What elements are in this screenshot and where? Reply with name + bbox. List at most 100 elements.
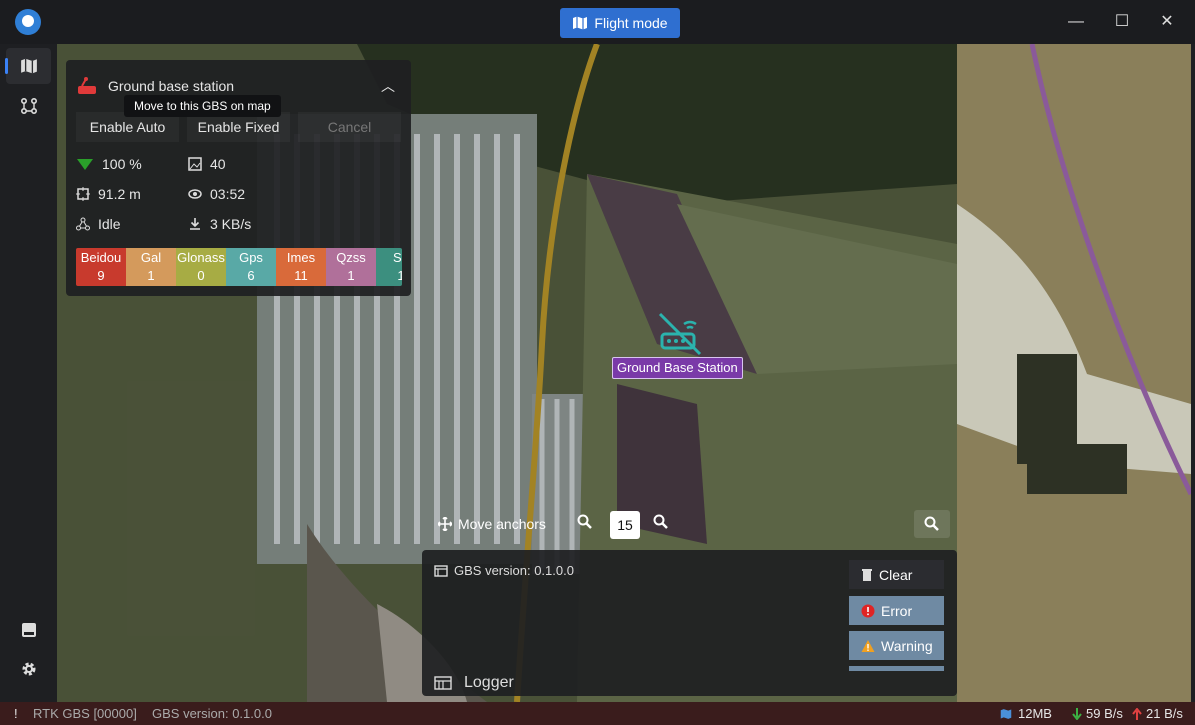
clear-log-button[interactable]: Clear bbox=[849, 560, 944, 589]
info-filter-button[interactable] bbox=[849, 666, 944, 671]
error-filter-button[interactable]: Error bbox=[849, 596, 944, 625]
download-value: 59 B/s bbox=[1086, 706, 1123, 721]
satellite-count: 9 bbox=[97, 268, 105, 283]
chevron-up-icon[interactable]: ︿ bbox=[381, 76, 395, 96]
map-icon bbox=[1000, 708, 1012, 719]
satellite-count: 1 bbox=[397, 268, 402, 283]
map-icon bbox=[20, 58, 37, 74]
speed-value: 3 KB/s bbox=[210, 216, 252, 232]
satellite-gps: Gps 6 bbox=[226, 248, 276, 286]
upload-value: 21 B/s bbox=[1146, 706, 1183, 721]
status-bar: ! RTK GBS [00000] GBS version: 0.1.0.0 1… bbox=[0, 702, 1195, 725]
base-station-marker-icon bbox=[658, 312, 702, 356]
warning-filter-button[interactable]: Warning bbox=[849, 631, 944, 660]
gbs-map-label[interactable]: Ground Base Station bbox=[612, 357, 743, 379]
move-anchors-label: Move anchors bbox=[458, 516, 546, 532]
satellite-sb: Sb 1 bbox=[376, 248, 402, 286]
logger-title: Logger bbox=[434, 674, 514, 692]
title-bar: Flight mode — ☐ ✕ bbox=[0, 0, 1195, 44]
map-icon bbox=[573, 16, 588, 30]
state-value: Idle bbox=[98, 216, 121, 232]
network-icon bbox=[76, 217, 90, 231]
route-icon bbox=[20, 97, 37, 115]
memory-value: 12MB bbox=[1018, 706, 1052, 721]
satellite-name: Gal bbox=[140, 250, 162, 265]
image-icon bbox=[188, 157, 202, 171]
distance-stat: 91.2 m bbox=[76, 186, 141, 202]
sidebar-item-map[interactable] bbox=[5, 48, 51, 84]
device-name: RTK GBS [00000] bbox=[33, 706, 137, 721]
storage-icon bbox=[21, 623, 36, 637]
gbs-tooltip: Move to this GBS on map bbox=[124, 95, 281, 117]
satellite-count: 0 bbox=[197, 268, 205, 283]
speed-stat: 3 KB/s bbox=[188, 216, 251, 232]
satellite-name: Gps bbox=[239, 250, 263, 265]
move-anchors-button[interactable]: Move anchors bbox=[438, 516, 546, 532]
app-logo-icon bbox=[15, 9, 41, 35]
maximize-button[interactable]: ☐ bbox=[1110, 10, 1134, 34]
sidebar bbox=[0, 44, 57, 702]
map-search-button[interactable] bbox=[914, 510, 950, 538]
time-stat: 03:52 bbox=[188, 186, 245, 202]
satellite-beidou: Beidou 9 bbox=[76, 248, 126, 286]
gear-icon bbox=[22, 662, 35, 676]
flight-mode-label: Flight mode bbox=[594, 15, 668, 31]
minimize-button[interactable]: — bbox=[1064, 10, 1088, 34]
satellite-name: Glonass bbox=[177, 250, 225, 265]
map-toolbar: Move anchors 15 bbox=[430, 510, 950, 540]
state-stat: Idle bbox=[76, 216, 121, 232]
sidebar-item-route[interactable] bbox=[6, 88, 51, 124]
satellite-glonass: Glonass 0 bbox=[176, 248, 226, 286]
satellite-count: 11 bbox=[294, 268, 308, 283]
zoom-level-display: 15 bbox=[610, 511, 640, 539]
satellite-count: 1 bbox=[147, 268, 155, 283]
zoom-out-button[interactable] bbox=[577, 514, 597, 534]
satellite-name: Imes bbox=[286, 250, 316, 265]
upload-rate: 21 B/s bbox=[1132, 706, 1183, 721]
warning-label: Warning bbox=[881, 637, 933, 654]
satellite-count: 1 bbox=[347, 268, 355, 283]
satellite-name: Qzss bbox=[336, 250, 366, 265]
trash-icon bbox=[862, 568, 872, 581]
gbs-panel-title: Ground base station bbox=[108, 78, 235, 94]
signal-stat: 100 % bbox=[76, 156, 142, 172]
zoom-out-icon bbox=[577, 514, 592, 529]
sidebar-item-settings[interactable] bbox=[6, 651, 51, 687]
download-rate: 59 B/s bbox=[1072, 706, 1123, 721]
flight-mode-button[interactable]: Flight mode bbox=[560, 8, 680, 38]
satellite-imes: Imes 11 bbox=[276, 248, 326, 286]
time-value: 03:52 bbox=[210, 186, 246, 202]
zoom-in-button[interactable] bbox=[653, 514, 673, 534]
error-icon bbox=[861, 604, 875, 617]
satellite-qzss: Qzss 1 bbox=[326, 248, 376, 286]
base-station-icon bbox=[78, 77, 96, 94]
satellite-name: Beidou bbox=[80, 250, 122, 265]
distance-value: 91.2 m bbox=[98, 186, 141, 202]
satellite-bar: Beidou 9 Gal 1 Glonass 0 Gps 6 Imes 11 Qzss 1 … bbox=[76, 248, 402, 286]
close-button[interactable]: ✕ bbox=[1155, 10, 1179, 34]
alert-indicator[interactable]: ! bbox=[14, 706, 18, 721]
memory-indicator: 12MB bbox=[1000, 706, 1052, 721]
eye-icon bbox=[188, 189, 202, 199]
cancel-button[interactable]: Cancel bbox=[298, 112, 401, 142]
wifi-signal-icon bbox=[77, 159, 93, 170]
arrow-up-icon bbox=[1132, 707, 1142, 720]
satellite-gal: Gal 1 bbox=[126, 248, 176, 286]
download-icon bbox=[190, 218, 200, 230]
satellite-count: 6 bbox=[247, 268, 255, 283]
signal-value: 100 % bbox=[102, 156, 142, 172]
clear-label: Clear bbox=[879, 566, 913, 583]
gbs-map-marker[interactable] bbox=[656, 310, 704, 358]
logger-panel: GBS version: 0.1.0.0 Clear Error Warning… bbox=[422, 550, 957, 696]
logger-icon bbox=[434, 676, 452, 690]
sidebar-item-storage[interactable] bbox=[6, 612, 51, 648]
move-icon bbox=[438, 517, 452, 531]
log-entry: GBS version: 0.1.0.0 bbox=[434, 563, 574, 578]
zoom-in-icon bbox=[653, 514, 668, 529]
warning-icon bbox=[861, 639, 875, 652]
log-entry-text: GBS version: 0.1.0.0 bbox=[454, 563, 574, 578]
crosshair-icon bbox=[76, 187, 90, 201]
images-stat: 40 bbox=[188, 156, 226, 172]
error-label: Error bbox=[881, 602, 913, 619]
log-icon bbox=[434, 564, 448, 577]
